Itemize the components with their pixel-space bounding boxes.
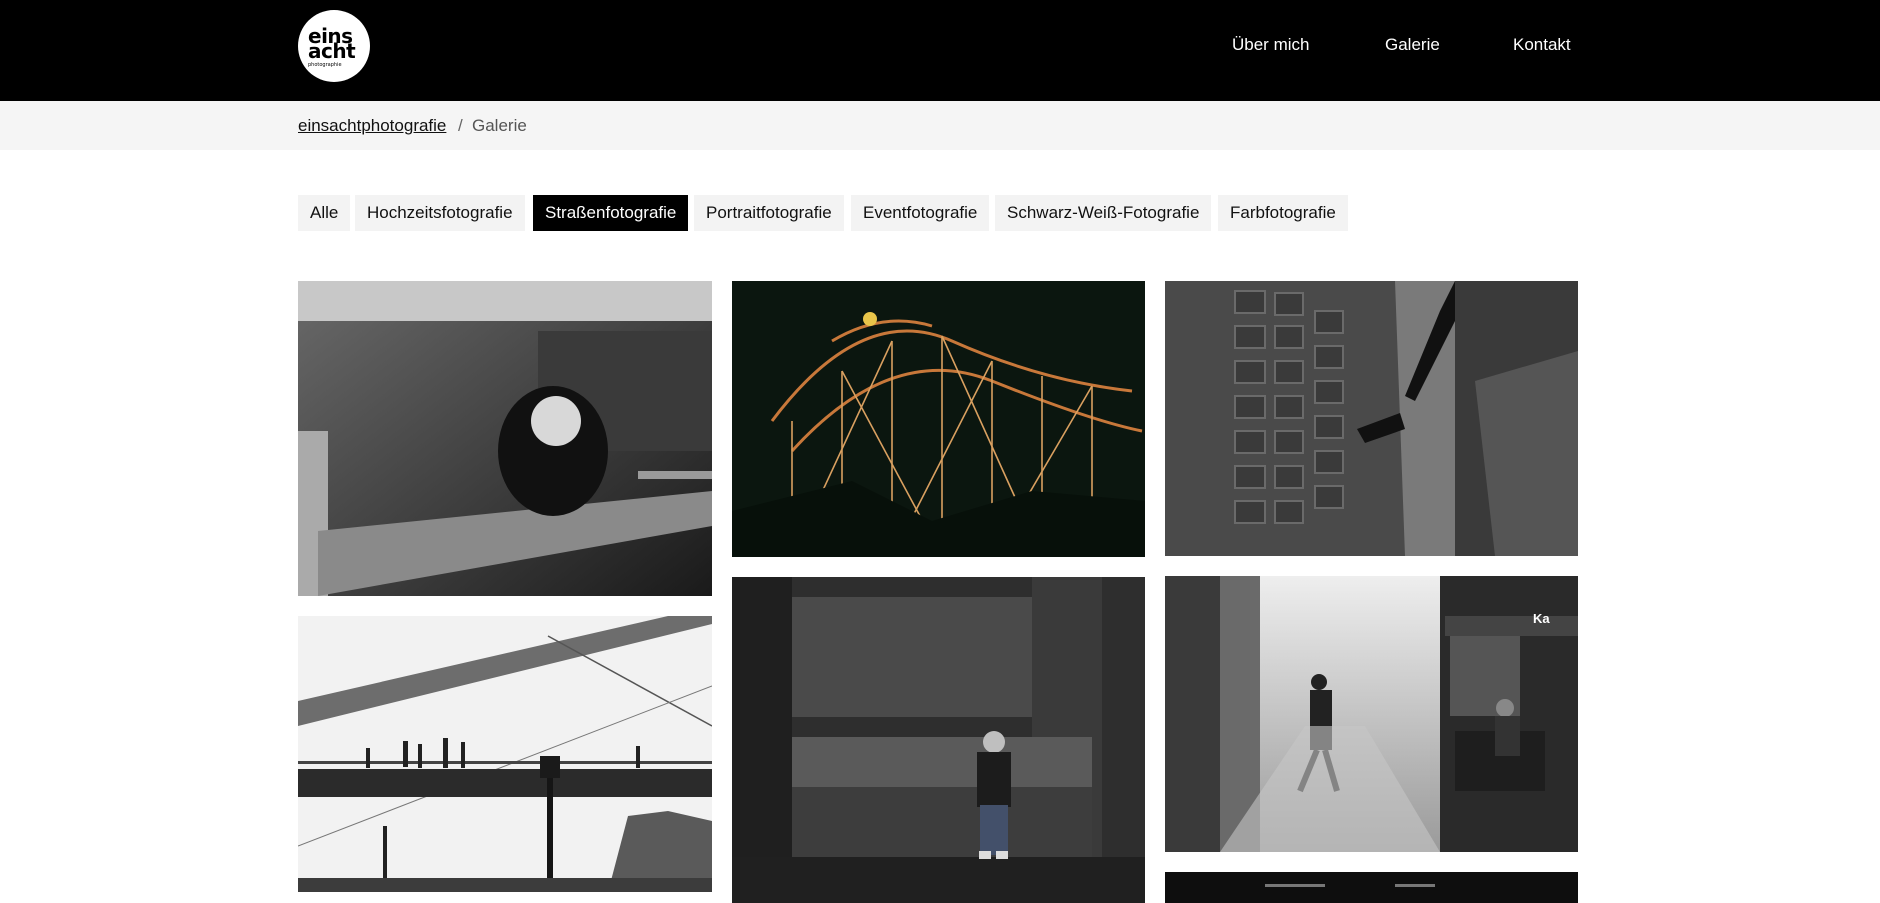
gallery-image-dark[interactable] [1165,872,1578,903]
gallery-image-man-sitting[interactable] [732,577,1145,903]
filter-tab-portrait[interactable]: Portraitfotografie [694,195,844,231]
site-header: eins acht photographie Über mich Galerie… [0,0,1880,101]
gallery-image-rollercoaster[interactable] [732,281,1145,557]
nav-link-gallery[interactable]: Galerie [1385,35,1440,55]
filter-tab-event[interactable]: Eventfotografie [851,195,990,231]
gallery-image-heels[interactable] [1165,281,1578,556]
filter-tab-wedding[interactable]: Hochzeitsfotografie [355,195,525,231]
gallery-image-bridge[interactable] [298,616,712,892]
breadcrumb [0,101,1880,150]
logo-text-line2: acht [308,39,356,63]
gallery-image-bar[interactable] [298,281,712,596]
gallery-image-bar-graphic [298,281,712,596]
breadcrumb-home-link[interactable]: einsachtphotografie [298,116,446,136]
site-logo[interactable]: eins acht photographie [298,10,370,82]
filter-tab-black-white[interactable]: Schwarz-Weiß-Fotografie [995,195,1212,231]
gallery-image-dark-graphic [1165,872,1578,903]
gallery-image-old-man-walking[interactable]: Ka [1165,576,1578,852]
gallery-image-man-sitting-graphic [732,577,1145,903]
gallery-image-bridge-graphic [298,616,712,892]
gallery-image-old-man-walking-graphic: Ka [1165,576,1578,852]
nav-link-contact[interactable]: Kontakt [1513,35,1571,55]
logo-text-line3: photographie [308,62,342,68]
gallery-image-rollercoaster-graphic [732,281,1145,557]
filter-tab-all[interactable]: Alle [298,195,351,231]
filter-tab-color[interactable]: Farbfotografie [1218,195,1348,231]
nav-link-about[interactable]: Über mich [1232,35,1309,55]
breadcrumb-separator: / [458,116,463,135]
breadcrumb-current: Galerie [472,116,527,135]
svg-text:Ka: Ka [1533,611,1550,626]
filter-tab-street[interactable]: Straßenfotografie [533,195,689,231]
gallery-image-heels-graphic [1165,281,1578,556]
